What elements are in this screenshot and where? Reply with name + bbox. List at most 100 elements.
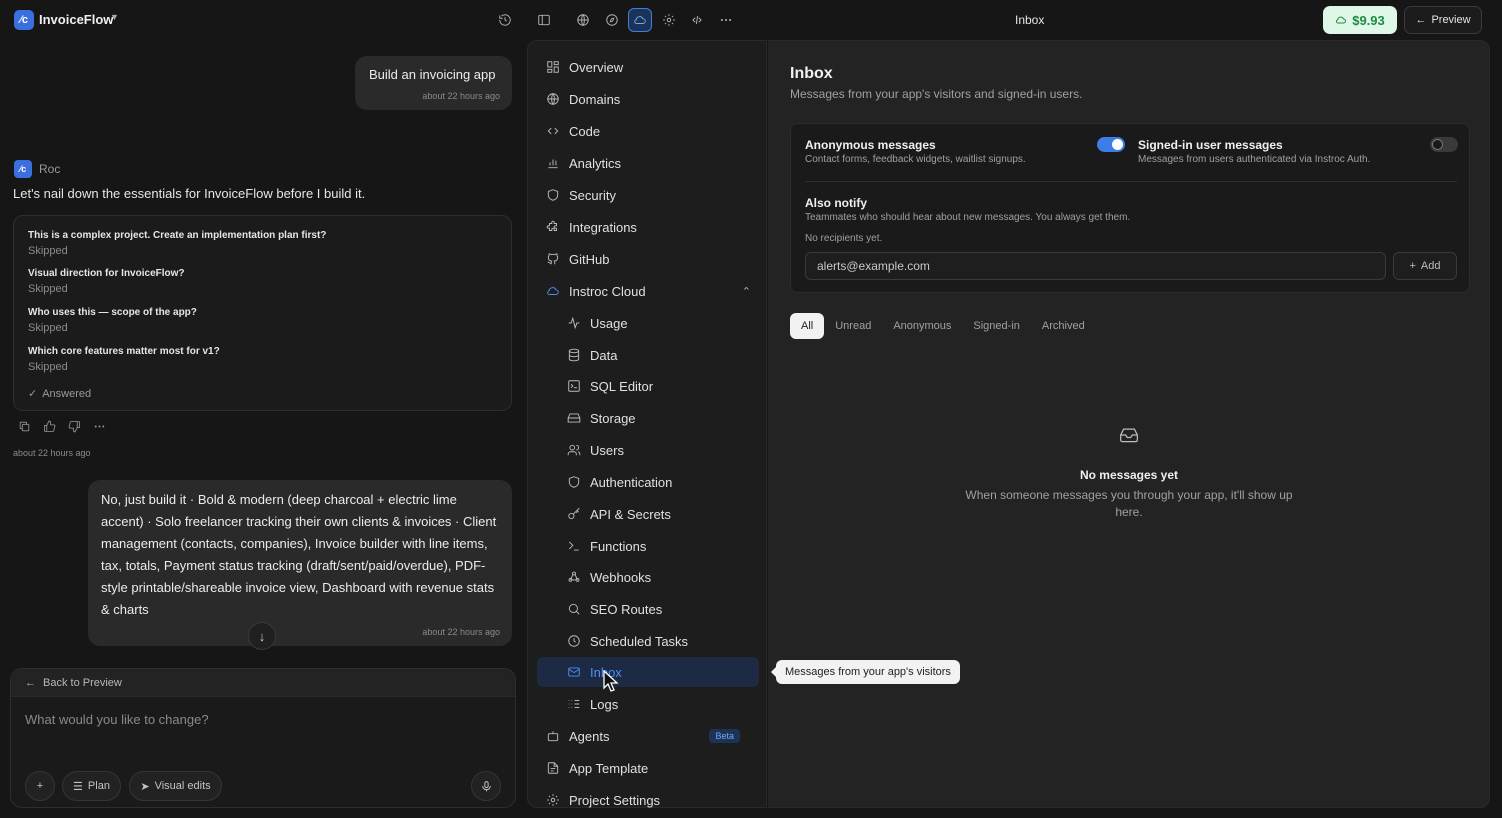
toggle-knob (1432, 139, 1443, 150)
question-item: This is a complex project. Create an imp… (28, 230, 326, 257)
signed-in-setting: Signed-in user messages Messages from us… (1138, 138, 1370, 165)
microphone-button[interactable] (471, 771, 501, 801)
setting-description: Messages from users authenticated via In… (1138, 154, 1371, 165)
globe-icon[interactable] (571, 8, 595, 32)
nav-label: App Template (569, 760, 649, 776)
nav-item-project-settings[interactable]: Project Settings (546, 785, 660, 815)
nav-label: Code (569, 123, 601, 139)
user-message: Build an invoicing app about 22 hours ag… (355, 56, 512, 110)
nav-item-integrations[interactable]: Integrations (546, 212, 637, 242)
visual-edits-button[interactable]: ➤ Visual edits (129, 771, 222, 801)
nav-item-inbox[interactable]: Inbox (537, 657, 759, 687)
nav-label: Scheduled Tasks (590, 633, 689, 649)
nav-item-usage[interactable]: Usage (567, 308, 628, 338)
add-recipient-button[interactable]: + Add (1393, 252, 1457, 280)
more-icon[interactable] (93, 420, 106, 433)
nav-item-logs[interactable]: Logs (567, 689, 618, 719)
signed-in-toggle[interactable] (1430, 137, 1458, 152)
chevron-up-icon[interactable]: ⌃ (742, 285, 751, 298)
tab-unread[interactable]: Unread (824, 313, 882, 339)
answer-status: Skipped (28, 245, 68, 257)
nav-item-functions[interactable]: Functions (567, 531, 646, 561)
nav-item-code[interactable]: Code (546, 116, 600, 146)
arrow-left-icon: ← (25, 676, 36, 689)
nav-item-github[interactable]: GitHub (546, 244, 609, 274)
message-input[interactable]: What would you like to change? (25, 712, 209, 727)
mail-icon (568, 667, 580, 677)
nav-item-api-secrets[interactable]: API & Secrets (567, 499, 671, 529)
nav-label: Webhooks (590, 569, 652, 585)
bar-chart-icon (548, 159, 558, 169)
setting-description: Contact forms, feedback widgets, waitlis… (805, 154, 1026, 165)
thumbs-down-icon[interactable] (68, 420, 81, 433)
app-name[interactable]: InvoiceFlow (39, 12, 113, 27)
arrow-left-icon: ← (1415, 14, 1427, 26)
section-title: Also notify (805, 196, 867, 210)
plus-icon: + (36, 780, 44, 792)
avatar: ⁄c (14, 160, 32, 178)
answer-status: Skipped (28, 322, 68, 334)
nav-item-webhooks[interactable]: Webhooks (567, 562, 651, 592)
anonymous-toggle[interactable] (1097, 137, 1125, 152)
tab-all[interactable]: All (790, 313, 825, 339)
clock-icon (568, 635, 580, 647)
tab-anonymous[interactable]: Anonymous (882, 313, 962, 339)
nav-item-scheduled-tasks[interactable]: Scheduled Tasks (567, 626, 688, 656)
more-icon[interactable] (714, 8, 738, 32)
message-timestamp: about 22 hours ago (13, 448, 91, 458)
chevron-down-icon[interactable]: ▼ (110, 12, 119, 22)
answered-label: Answered (42, 387, 92, 400)
list-icon: ☰ (73, 780, 83, 793)
nav-item-authentication[interactable]: Authentication (567, 467, 672, 497)
back-to-preview-button[interactable]: ← Back to Preview (11, 669, 515, 697)
nav-item-data[interactable]: Data (567, 340, 617, 370)
nav-item-overview[interactable]: Overview (546, 52, 623, 82)
toggle-knob (1112, 139, 1123, 150)
visual-edits-label: Visual edits (154, 780, 211, 792)
compass-icon[interactable] (600, 8, 624, 32)
email-field[interactable]: alerts@example.com (805, 252, 1386, 280)
scroll-down-button[interactable]: ↓ (248, 622, 276, 650)
nav-item-security[interactable]: Security (546, 180, 616, 210)
plan-button[interactable]: ☰ Plan (62, 771, 121, 801)
nav-item-users[interactable]: Users (567, 435, 624, 465)
nav-item-storage[interactable]: Storage (567, 403, 636, 433)
page-title: Inbox (1015, 13, 1045, 27)
add-label: Add (1420, 260, 1441, 272)
nav-item-app-template[interactable]: App Template (546, 753, 648, 783)
nav-item-analytics[interactable]: Analytics (546, 148, 621, 178)
database-icon (568, 348, 580, 362)
activity-icon (568, 316, 580, 330)
thumbs-up-icon[interactable] (43, 420, 56, 433)
credits-button[interactable]: $9.93 (1323, 6, 1397, 34)
sidebar-toggle-icon[interactable] (532, 8, 556, 32)
nav-item-seo-routes[interactable]: SEO Routes (567, 594, 662, 624)
inbox-subtitle: Messages from your app's visitors and si… (790, 87, 1083, 101)
nav-label: SEO Routes (590, 601, 663, 617)
gear-icon (547, 794, 559, 806)
assistant-name: Roc (39, 162, 61, 176)
credits-amount: $9.93 (1352, 12, 1385, 28)
copy-icon[interactable] (18, 420, 31, 433)
history-icon[interactable] (493, 8, 517, 32)
nav-item-domains[interactable]: Domains (546, 84, 620, 114)
cloud-icon[interactable] (628, 8, 652, 32)
code-icon[interactable] (685, 8, 709, 32)
divider (805, 181, 1457, 182)
cloud-icon (1336, 16, 1347, 24)
code-icon (547, 127, 559, 135)
add-button[interactable]: + (25, 771, 55, 801)
tab-signed-in[interactable]: Signed-in (962, 313, 1030, 339)
empty-state: No messages yet When someone messages yo… (959, 425, 1299, 521)
nav-label: Domains (569, 91, 621, 107)
plus-icon: + (1409, 260, 1416, 272)
globe-icon (547, 93, 559, 105)
preview-button[interactable]: ← Preview (1404, 6, 1482, 34)
hard-drive-icon (567, 413, 581, 423)
nav-item-sql-editor[interactable]: SQL Editor (567, 371, 653, 401)
nav-item-instroc-cloud[interactable]: Instroc Cloud ⌃ (546, 276, 751, 306)
tab-archived[interactable]: Archived (1031, 313, 1096, 339)
gear-icon[interactable] (657, 8, 681, 32)
file-icon (547, 762, 559, 774)
nav-item-agents[interactable]: Agents Beta (546, 721, 750, 751)
